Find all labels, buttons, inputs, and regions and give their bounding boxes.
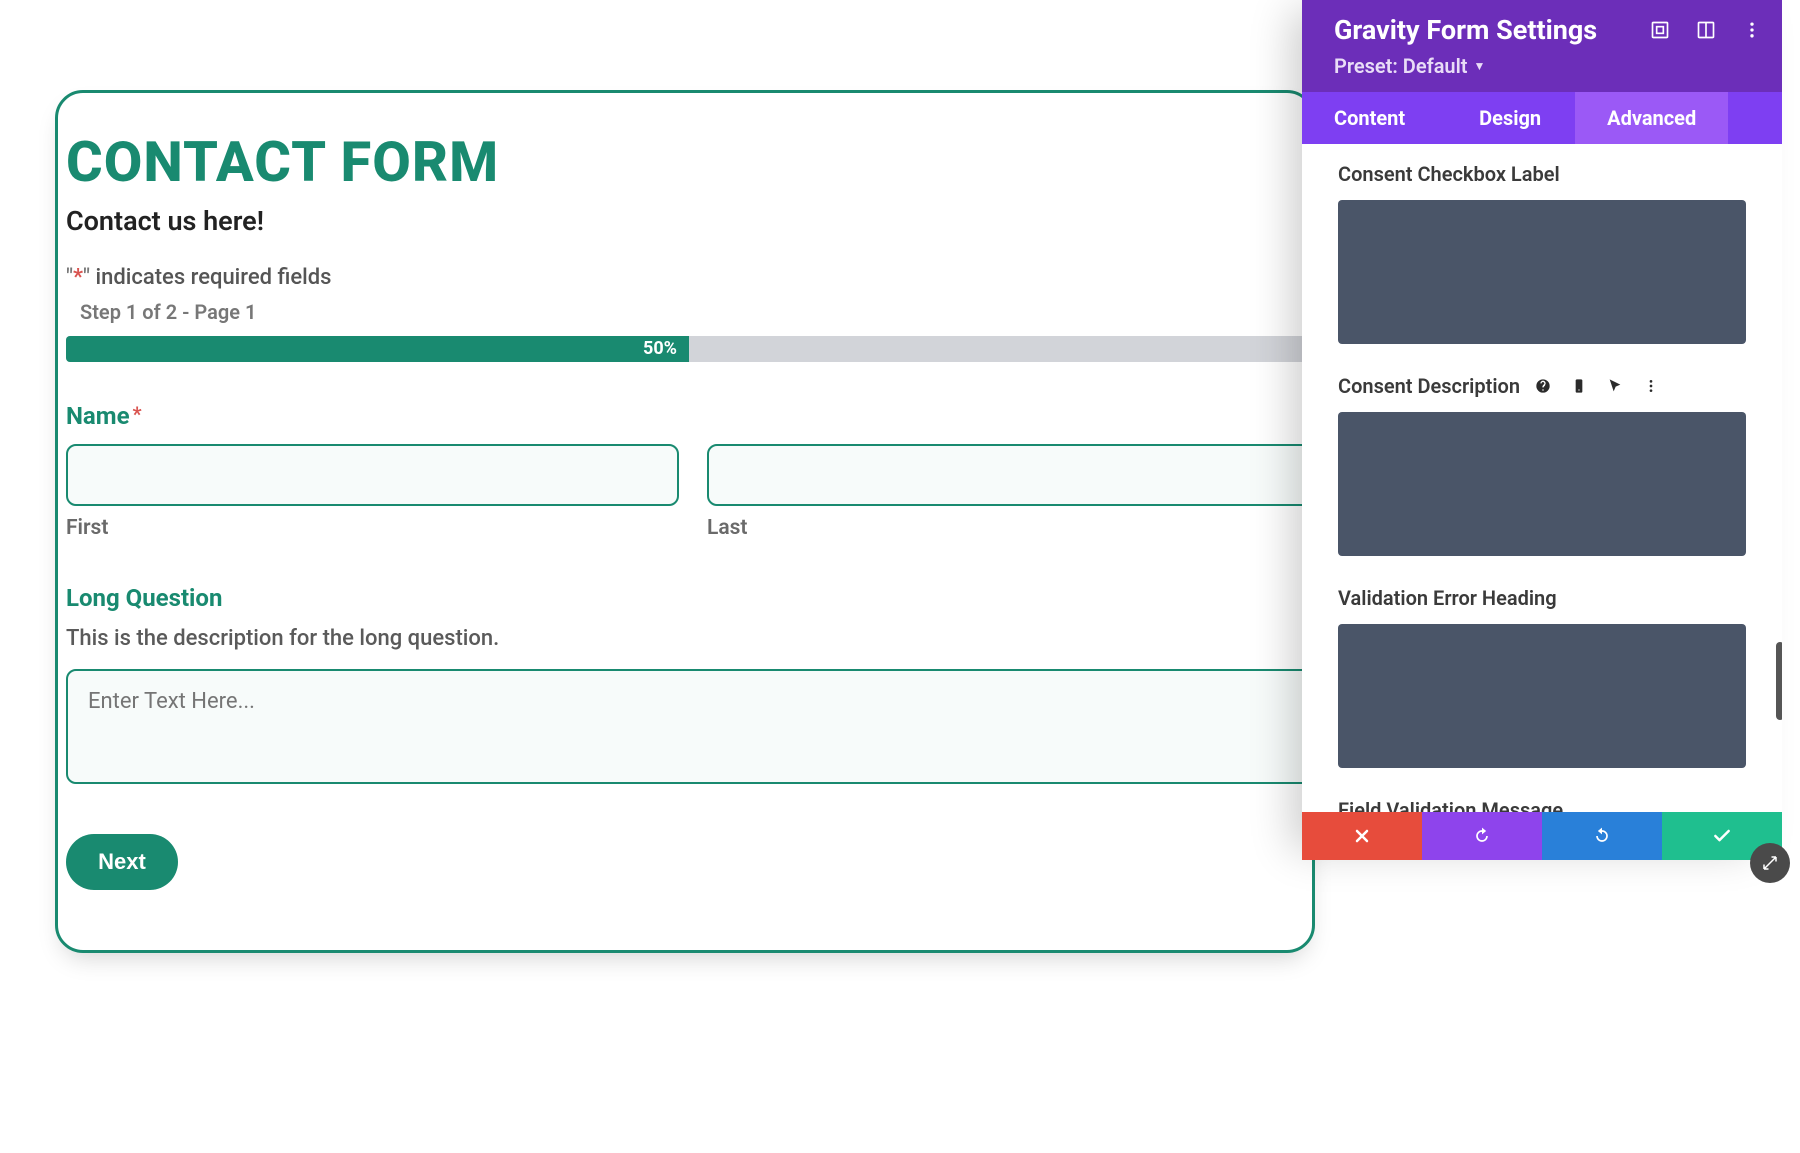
panel-footer — [1302, 812, 1782, 860]
first-name-sublabel: First — [66, 516, 679, 540]
step-indicator: Step 1 of 2 - Page 1 — [80, 300, 1312, 324]
validation-error-heading-heading: Validation Error Heading — [1338, 586, 1746, 610]
first-name-input[interactable] — [66, 444, 679, 506]
tab-content[interactable]: Content — [1302, 92, 1445, 144]
more-vertical-icon[interactable] — [1642, 377, 1660, 395]
long-question-input[interactable] — [66, 669, 1312, 784]
tab-design[interactable]: Design — [1445, 92, 1575, 144]
panel-title: Gravity Form Settings — [1334, 14, 1597, 46]
long-question-description: This is the description for the long que… — [66, 626, 1312, 651]
field-validation-message-heading: Field Validation Message — [1338, 798, 1746, 812]
consent-checkbox-label-heading: Consent Checkbox Label — [1338, 162, 1746, 186]
settings-panel: Gravity Form Settings Preset: Default▼ C… — [1302, 0, 1782, 860]
form-card: CONTACT FORM Contact us here! "*" indica… — [55, 90, 1315, 953]
panel-body: Consent Checkbox Label Consent Descripti… — [1302, 144, 1782, 812]
progress-percent: 50% — [643, 336, 677, 362]
next-button[interactable]: Next — [66, 834, 178, 890]
cursor-icon[interactable] — [1606, 377, 1624, 395]
validation-error-heading-input[interactable] — [1338, 624, 1746, 768]
consent-description-input[interactable] — [1338, 412, 1746, 556]
undo-button[interactable] — [1422, 812, 1542, 860]
redo-button[interactable] — [1542, 812, 1662, 860]
expand-fab[interactable] — [1750, 843, 1790, 883]
more-icon[interactable] — [1742, 20, 1762, 40]
panel-tabs: Content Design Advanced — [1302, 92, 1782, 144]
scrollbar-thumb[interactable] — [1776, 642, 1782, 720]
form-title: CONTACT FORM — [66, 129, 1312, 195]
form-subtitle: Contact us here! — [66, 205, 1312, 237]
long-question-label: Long Question — [66, 584, 1312, 612]
consent-description-heading: Consent Description — [1338, 374, 1746, 398]
help-icon[interactable] — [1534, 377, 1552, 395]
required-fields-note: "*" indicates required fields — [66, 265, 1312, 290]
phone-icon[interactable] — [1570, 377, 1588, 395]
fullscreen-icon[interactable] — [1650, 20, 1670, 40]
progress-bar: 50% — [66, 336, 1312, 362]
name-field-label: Name* — [66, 402, 1312, 430]
chevron-down-icon: ▼ — [1474, 59, 1486, 73]
last-name-input[interactable] — [707, 444, 1312, 506]
preset-dropdown[interactable]: Preset: Default▼ — [1334, 54, 1762, 78]
columns-icon[interactable] — [1696, 20, 1716, 40]
panel-header: Gravity Form Settings Preset: Default▼ — [1302, 0, 1782, 92]
last-name-sublabel: Last — [707, 516, 1312, 540]
consent-checkbox-label-input[interactable] — [1338, 200, 1746, 344]
cancel-button[interactable] — [1302, 812, 1422, 860]
tab-advanced[interactable]: Advanced — [1575, 92, 1728, 144]
